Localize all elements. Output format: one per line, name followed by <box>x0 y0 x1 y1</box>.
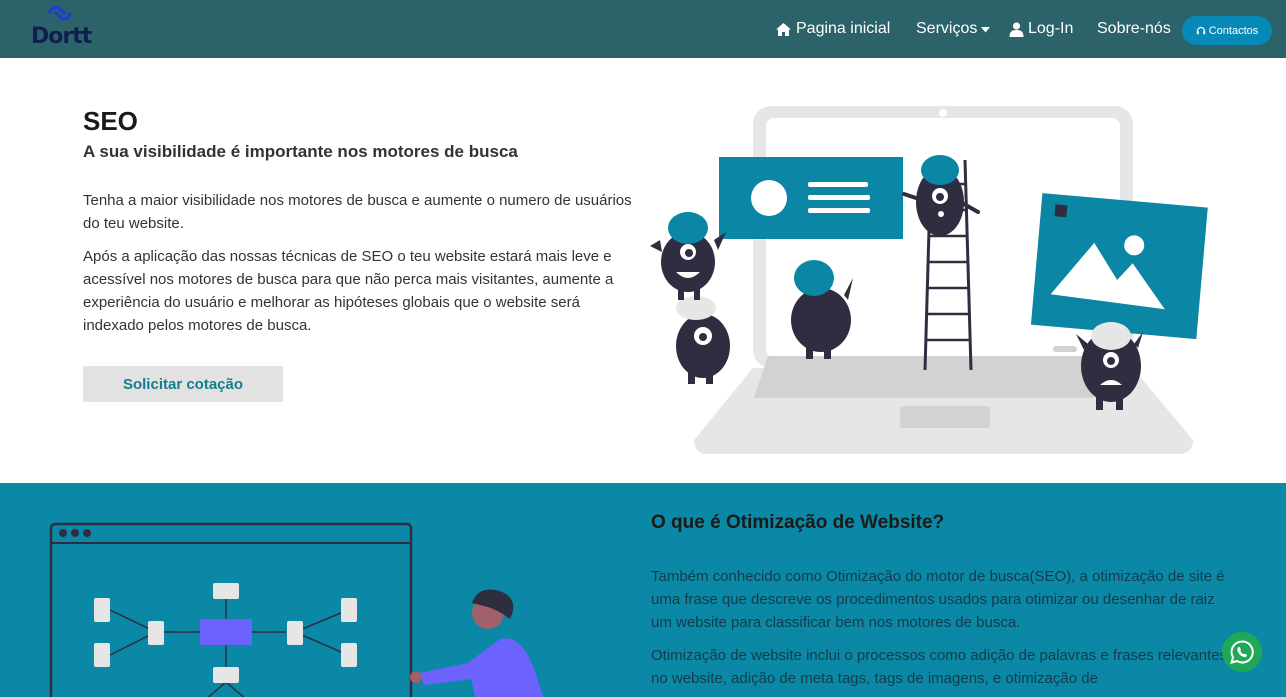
whatsapp-button[interactable] <box>1222 632 1262 672</box>
whatsapp-icon <box>1230 640 1254 664</box>
navbar: Dortt Pagina inicial Serviços Log-In Sob… <box>0 0 1286 58</box>
logo-text: Dortt <box>31 24 92 49</box>
request-quote-button[interactable]: Solicitar cotação <box>83 366 283 402</box>
page-subtitle: A sua visibilidade é importante nos moto… <box>83 142 518 161</box>
contacts-label: Contactos <box>1208 24 1259 37</box>
home-icon <box>776 22 791 36</box>
hero-section: SEO A sua visibilidade é importante nos … <box>0 58 1286 483</box>
section-paragraph-2: Otimização de website inclui o processos… <box>651 647 1228 687</box>
contacts-button[interactable]: Contactos <box>1182 16 1272 45</box>
nav-login-label: Log-In <box>1028 20 1074 37</box>
seo-illustration <box>650 106 1208 454</box>
user-icon <box>1009 21 1024 37</box>
page-title: SEO <box>83 106 138 136</box>
section-title: O que é Otimização de Website? <box>651 512 945 533</box>
caret-down-icon <box>981 26 991 32</box>
nav-home[interactable]: Pagina inicial <box>775 20 890 38</box>
nav-about-label: Sobre-nós <box>1097 20 1171 37</box>
nav-home-label: Pagina inicial <box>796 20 891 37</box>
nav-about[interactable]: Sobre-nós <box>1097 20 1171 38</box>
nav-services[interactable]: Serviços <box>916 20 991 38</box>
logo[interactable]: Dortt <box>30 4 92 50</box>
sitemap-illustration <box>49 522 544 697</box>
nav-services-label: Serviços <box>916 20 978 37</box>
nav-login[interactable]: Log-In <box>1009 20 1073 38</box>
website-optimization-section: O que é Otimização de Website? Também co… <box>0 483 1286 697</box>
hero-paragraph-2: Após a aplicação das nossas técnicas de … <box>83 248 614 334</box>
hero-paragraph-1: Tenha a maior visibilidade nos motores d… <box>83 192 632 232</box>
headset-icon <box>1196 26 1205 34</box>
section-paragraph-1: Também conhecido como Otimização do moto… <box>651 568 1225 631</box>
